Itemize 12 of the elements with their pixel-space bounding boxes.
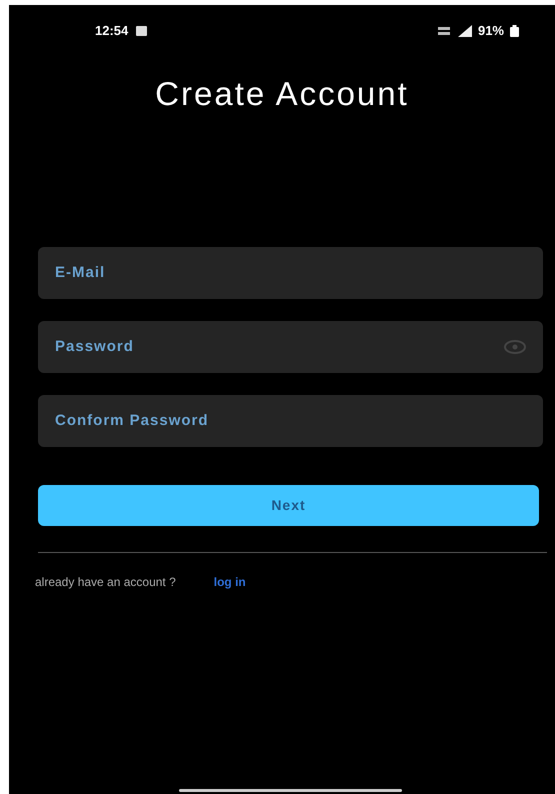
login-link[interactable]: log in [214, 572, 246, 590]
input-field[interactable]: E-Mail [38, 246, 543, 298]
input-field[interactable]: Password [38, 320, 543, 372]
page-title: Create Account [155, 74, 409, 114]
account-prompt: already have an account ? [35, 574, 176, 590]
battery-icon [510, 25, 519, 37]
eye-icon[interactable] [504, 340, 526, 354]
next-button[interactable]: Next [38, 484, 539, 526]
battery-percentage: 91% [478, 22, 504, 40]
signal-icon [456, 25, 472, 37]
status-time: 12:54 [95, 22, 128, 40]
input-field[interactable]: Conform Password [38, 394, 543, 446]
